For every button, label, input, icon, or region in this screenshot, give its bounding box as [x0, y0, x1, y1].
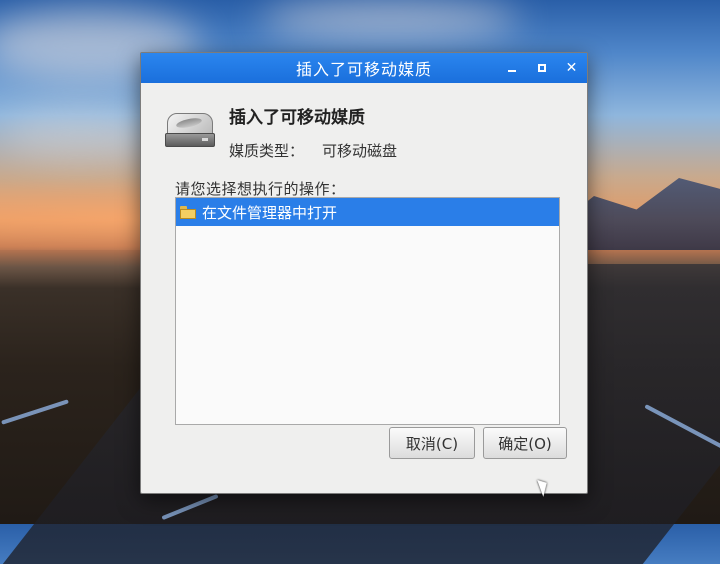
window-controls: ✕ — [505, 53, 579, 83]
removable-media-dialog: 插入了可移动媒质 ✕ 插入了可移动媒质 媒质类型： 可移动磁盘 请您选择想执行的… — [140, 52, 588, 494]
action-list[interactable]: 在文件管理器中打开 — [175, 197, 560, 425]
media-type-value: 可移动磁盘 — [322, 142, 398, 160]
media-info: 插入了可移动媒质 媒质类型： 可移动磁盘 — [165, 103, 397, 161]
action-open-in-file-manager[interactable]: 在文件管理器中打开 — [176, 198, 559, 226]
minimize-icon[interactable] — [505, 61, 519, 75]
folder-icon — [180, 205, 196, 219]
action-prompt: 请您选择想执行的操作： — [175, 180, 346, 198]
media-type-row: 媒质类型： 可移动磁盘 — [229, 140, 397, 161]
close-icon[interactable]: ✕ — [565, 60, 579, 76]
cancel-button[interactable]: 取消(C) — [389, 427, 475, 459]
cloud — [260, 0, 520, 40]
title-bar[interactable]: 插入了可移动媒质 ✕ — [141, 53, 587, 83]
maximize-icon[interactable] — [535, 61, 549, 75]
action-label: 在文件管理器中打开 — [202, 203, 338, 222]
cloud — [0, 110, 160, 160]
removable-drive-icon — [165, 109, 215, 149]
road-marking — [1, 399, 69, 425]
dialog-headline: 插入了可移动媒质 — [229, 108, 365, 128]
window-title: 插入了可移动媒质 — [295, 60, 432, 79]
media-type-label: 媒质类型： — [229, 142, 305, 160]
media-info-text: 插入了可移动媒质 媒质类型： 可移动磁盘 — [229, 103, 397, 161]
ok-button[interactable]: 确定(O) — [483, 427, 567, 459]
